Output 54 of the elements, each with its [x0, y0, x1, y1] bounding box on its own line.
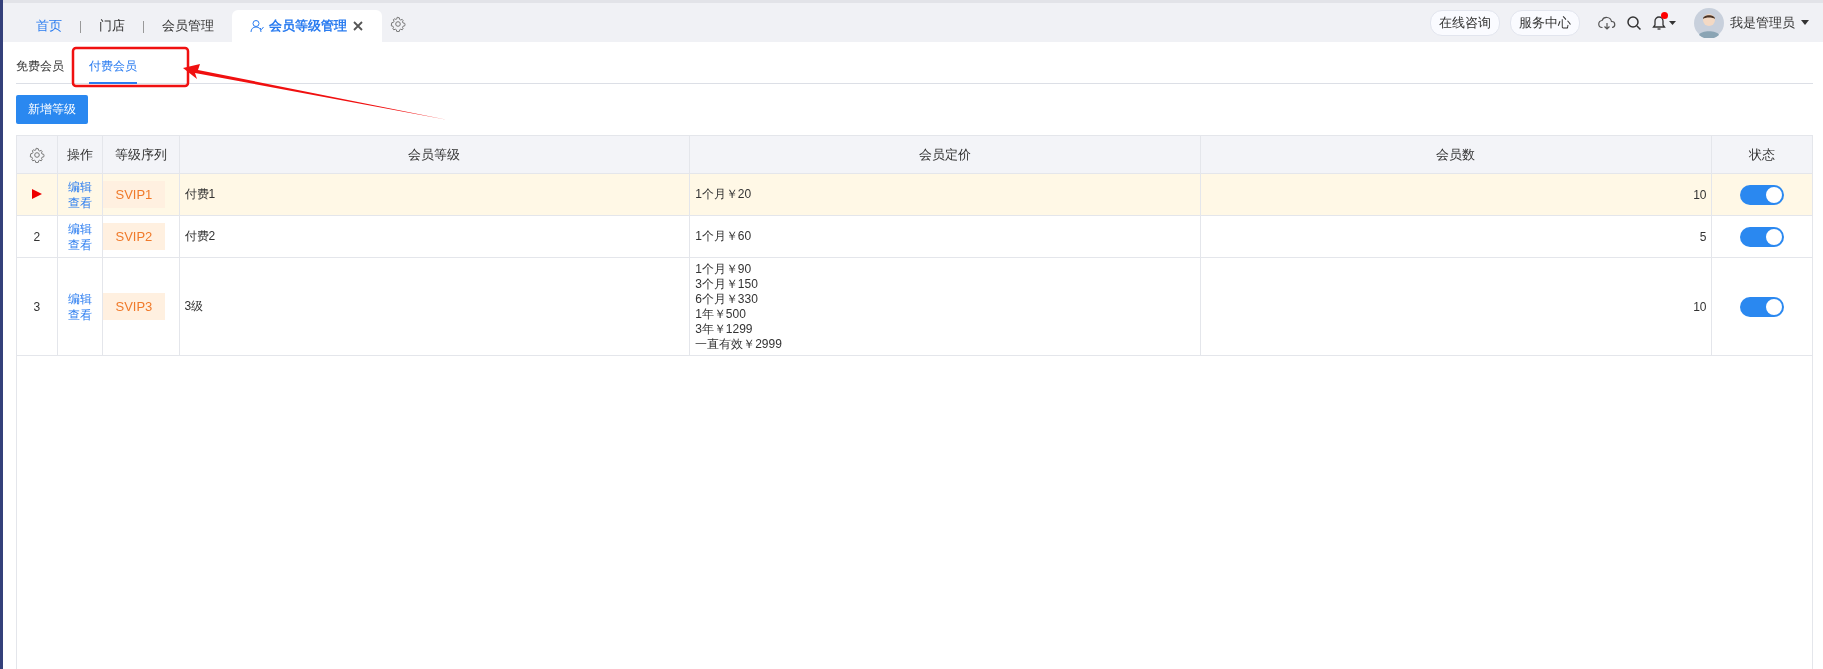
member-count: 5 — [1699, 229, 1707, 244]
nav-tab[interactable]: 会员管理 — [144, 10, 232, 42]
cloud-download-icon[interactable] — [1598, 14, 1616, 31]
price-line: 3年￥1299 — [694, 321, 754, 337]
caret-icon[interactable] — [1669, 20, 1676, 25]
user-name[interactable]: 我是管理员 — [1730, 13, 1795, 32]
level-tag: SVIP3 — [102, 293, 166, 320]
level-tag: SVIP1 — [102, 181, 166, 208]
notification-button[interactable] — [1652, 14, 1676, 31]
price-line: 1个月￥90 — [694, 261, 753, 277]
row-number: 2 — [33, 229, 41, 244]
row-number: 3 — [33, 299, 41, 314]
header-link-button[interactable]: 在线咨询 — [1430, 9, 1500, 36]
price-line: 1年￥500 — [694, 306, 747, 322]
status-toggle[interactable] — [1739, 184, 1784, 205]
action-link[interactable]: 编辑 — [57, 220, 102, 237]
column-header: 会员定价 — [919, 146, 971, 162]
nav-tab[interactable]: 首页 — [18, 10, 80, 42]
avatar-icon[interactable] — [1694, 7, 1724, 38]
header-link-button[interactable]: 服务中心 — [1510, 9, 1580, 36]
column-header: 状态 — [1748, 146, 1775, 162]
price-line: 1个月￥20 — [694, 187, 753, 202]
price-line: 1个月￥60 — [694, 229, 753, 244]
caret-icon[interactable] — [1801, 20, 1809, 25]
action-link[interactable]: 查看 — [57, 236, 102, 253]
search-icon[interactable] — [1626, 14, 1642, 31]
nav-tab[interactable]: 会员等级管理 — [232, 10, 382, 42]
column-header: 会员数 — [1436, 146, 1476, 162]
level-name: 3级 — [183, 299, 204, 313]
column-header: 会员等级 — [408, 146, 461, 162]
action-link[interactable]: 编辑 — [57, 290, 102, 307]
column-header: 等级序列 — [114, 146, 167, 162]
add-level-button[interactable]: 新增等级 — [16, 95, 88, 124]
level-name: 付费2 — [183, 229, 216, 243]
status-toggle[interactable] — [1739, 226, 1784, 247]
member-type-tab[interactable]: 付费会员 — [89, 54, 137, 84]
action-link[interactable]: 编辑 — [57, 178, 102, 195]
column-header: 操作 — [66, 146, 93, 162]
level-tag: SVIP2 — [102, 223, 166, 250]
action-link[interactable]: 查看 — [57, 306, 102, 323]
close-icon[interactable] — [352, 20, 364, 32]
level-name: 付费1 — [183, 187, 216, 201]
status-toggle[interactable] — [1739, 296, 1784, 317]
price-line: 6个月￥330 — [694, 291, 759, 307]
settings-icon[interactable] — [390, 16, 406, 32]
action-link[interactable]: 查看 — [57, 194, 102, 211]
member-count: 10 — [1693, 187, 1707, 202]
member-count: 10 — [1693, 299, 1707, 314]
price-line: 一直有效￥2999 — [694, 336, 783, 352]
nav-tab[interactable]: 门店 — [81, 10, 143, 42]
price-line: 3个月￥150 — [694, 276, 759, 292]
settings-icon[interactable] — [28, 146, 45, 163]
member-type-tab[interactable]: 免费会员 — [16, 54, 64, 84]
user-icon — [250, 19, 264, 33]
